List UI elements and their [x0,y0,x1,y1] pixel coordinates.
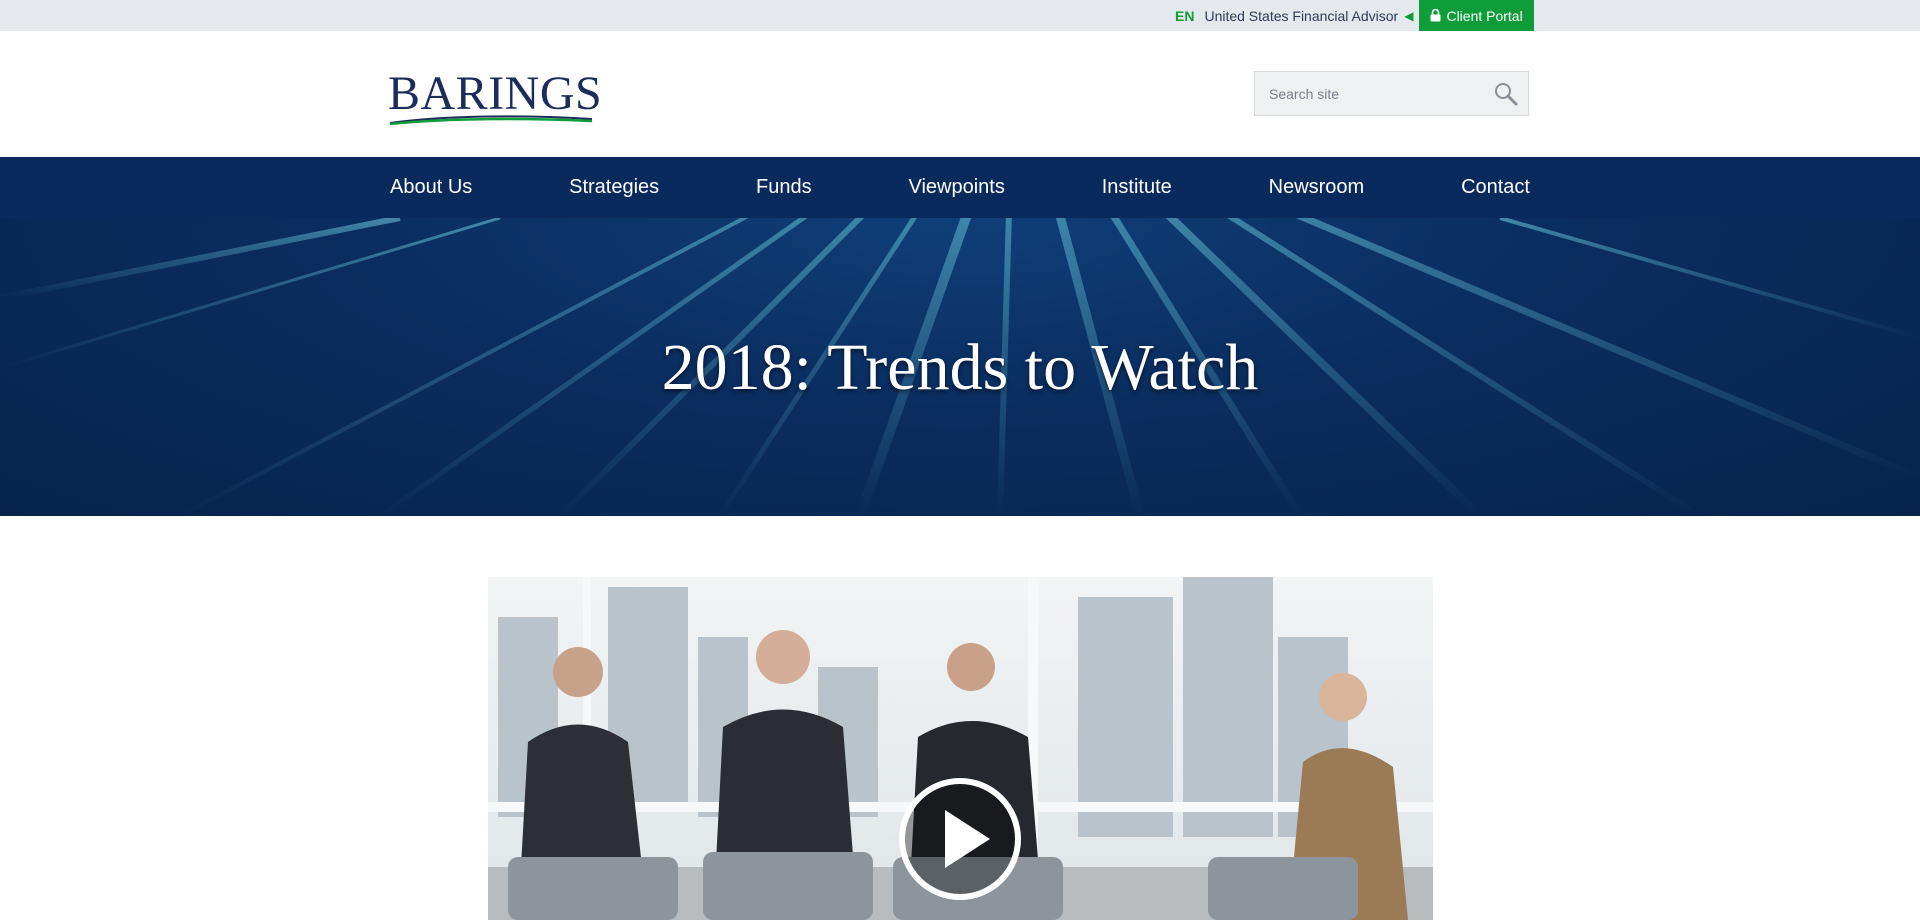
barings-logo[interactable]: BARINGS [388,67,603,129]
nav-item-viewpoints[interactable]: Viewpoints [909,176,1005,199]
client-portal-label: Client Portal [1446,7,1523,24]
nav-item-contact[interactable]: Contact [1461,176,1530,199]
caret-left-icon[interactable]: ◀ [1404,9,1413,23]
region-selector[interactable]: United States Financial Advisor [1204,8,1398,24]
client-portal-button[interactable]: Client Portal [1419,0,1534,31]
site-header: BARINGS [0,31,1920,157]
nav-item-about-us[interactable]: About Us [390,176,472,199]
language-selector[interactable]: EN [1175,8,1194,24]
search-box [1254,71,1529,116]
search-icon[interactable] [1493,81,1519,107]
nav-item-strategies[interactable]: Strategies [569,176,659,199]
utility-bar: EN United States Financial Advisor ◀ Cli… [0,0,1920,31]
main-nav: About Us Strategies Funds Viewpoints Ins… [0,157,1920,218]
video-player[interactable] [488,577,1433,920]
hero-banner: 2018: Trends to Watch [0,218,1920,516]
nav-item-newsroom[interactable]: Newsroom [1269,176,1365,199]
nav-item-institute[interactable]: Institute [1102,176,1172,199]
logo-swoosh [389,115,593,125]
logo-wordmark: BARINGS [388,67,603,120]
nav-item-funds[interactable]: Funds [756,176,812,199]
utility-links: EN United States Financial Advisor ◀ Cli… [1175,0,1534,31]
search-input[interactable] [1255,71,1491,116]
play-icon[interactable] [898,777,1022,901]
page-title: 2018: Trends to Watch [661,331,1259,404]
lock-icon [1430,9,1441,22]
